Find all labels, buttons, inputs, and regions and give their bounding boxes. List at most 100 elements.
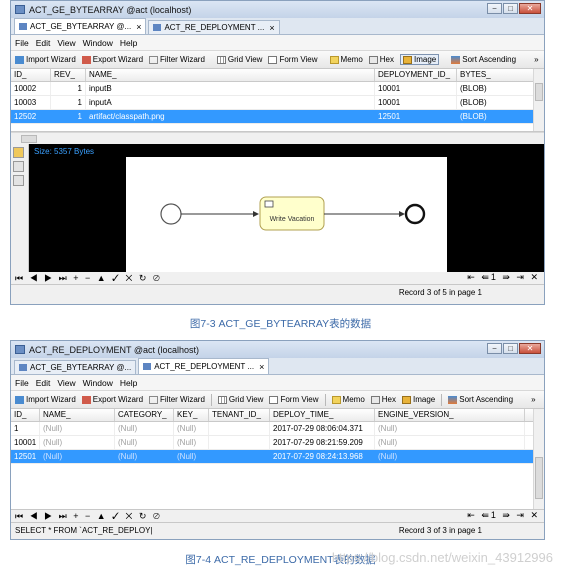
export-icon — [81, 55, 91, 64]
import-wizard-button[interactable]: Import Wizard — [15, 55, 76, 64]
grid-view-button[interactable]: Grid View — [217, 395, 263, 404]
page-navigation-buttons[interactable]: ⇤ ⇚1 ⇛ ⇥ ✕ — [467, 510, 540, 521]
minimize-button[interactable]: − — [487, 343, 502, 354]
grid-view-button[interactable]: Grid View — [216, 55, 262, 64]
col-header[interactable]: TENANT_ID_ — [209, 409, 270, 421]
menu-window[interactable]: Window — [83, 38, 113, 48]
filter-icon — [149, 395, 159, 404]
col-header[interactable]: NAME_ — [86, 69, 375, 81]
export-icon — [81, 395, 91, 404]
import-wizard-button[interactable]: Import Wizard — [15, 395, 76, 404]
tab-label: ACT_GE_BYTEARRAY @... — [30, 363, 132, 372]
table-row-selected[interactable]: 12501 (Null) (Null) (Null) 2017-07-29 08… — [11, 450, 544, 464]
close-window-button[interactable]: ✕ — [519, 3, 541, 14]
hex-icon — [368, 55, 378, 64]
form-view-button[interactable]: Form View — [269, 395, 319, 404]
table-row[interactable]: 10002 1 inputB 10001 (BLOB) — [11, 82, 544, 96]
open-image-icon[interactable] — [13, 147, 24, 158]
table-row[interactable]: 10003 1 inputA 10001 (BLOB) — [11, 96, 544, 110]
menu-window[interactable]: Window — [83, 378, 113, 388]
col-header[interactable]: NAME_ — [40, 409, 115, 421]
start-event-shape — [160, 203, 182, 225]
sort-icon — [451, 55, 461, 64]
image-button[interactable]: Image — [400, 54, 440, 65]
menu-edit[interactable]: Edit — [36, 38, 51, 48]
grid-icon — [217, 395, 227, 404]
tab-label: ACT_RE_DEPLOYMENT ... — [164, 23, 265, 32]
menu-help[interactable]: Help — [120, 38, 137, 48]
arrowhead-1 — [253, 211, 259, 217]
navigation-buttons[interactable]: ⏮ ◀ ▶ ⏭ + − ▲ ✓ ✕ ↻ ⊘ — [15, 511, 162, 522]
memo-icon — [331, 395, 341, 404]
col-header[interactable]: DEPLOYMENT_ID_ — [375, 69, 457, 81]
menu-view[interactable]: View — [57, 378, 75, 388]
col-header[interactable]: ID_ — [11, 69, 51, 81]
memo-button[interactable]: Memo — [329, 55, 363, 64]
tab-close-icon[interactable]: × — [269, 23, 274, 33]
menu-edit[interactable]: Edit — [36, 378, 51, 388]
blob-side-toolbar — [11, 144, 29, 272]
table-row-selected[interactable]: 12502 1 artifact/classpath.png 12501 (BL… — [11, 110, 544, 124]
tab-bytearray[interactable]: ACT_GE_BYTEARRAY @... × — [14, 18, 147, 34]
maximize-button[interactable]: □ — [503, 343, 518, 354]
task-type-icon — [264, 200, 274, 208]
save-image-icon[interactable] — [13, 161, 24, 172]
clear-image-icon[interactable] — [13, 175, 24, 186]
tab-deployment[interactable]: ACT_RE_DEPLOYMENT ... × — [148, 20, 280, 34]
record-navigator: ⏮ ◀ ▶ ⏭ + − ▲ ✓ ✕ ↻ ⊘ ⇤ ⇚1 ⇛ ⇥ ✕ — [11, 272, 544, 284]
filter-wizard-button[interactable]: Filter Wizard — [149, 395, 205, 404]
export-wizard-button[interactable]: Export Wizard — [81, 55, 143, 64]
figure-caption-1: 图7-3 ACT_GE_BYTEARRAY表的数据 — [189, 318, 372, 330]
tab-close-icon[interactable]: × — [136, 22, 141, 32]
col-header[interactable]: DEPLOY_TIME_ — [270, 409, 375, 421]
image-button[interactable]: Image — [402, 395, 435, 404]
col-header[interactable]: ID_ — [11, 409, 40, 421]
form-view-button[interactable]: Form View — [268, 55, 318, 64]
export-wizard-button[interactable]: Export Wizard — [81, 395, 143, 404]
grid-icon — [216, 55, 226, 64]
data-grid: ID_ REV_ NAME_ DEPLOYMENT_ID_ BYTES_ 100… — [11, 69, 544, 132]
grid-vertical-scrollbar[interactable] — [533, 409, 544, 509]
close-window-button[interactable]: ✕ — [519, 343, 541, 354]
sort-ascending-button[interactable]: Sort Ascending — [448, 395, 513, 404]
table-row[interactable]: 10001 (Null) (Null) (Null) 2017-07-29 08… — [11, 436, 544, 450]
tab-bar: ACT_GE_BYTEARRAY @... × ACT_RE_DEPLOYMEN… — [11, 18, 544, 35]
grid-horizontal-scrollbar[interactable] — [11, 132, 544, 144]
status-bar: Record 3 of 5 in page 1 — [11, 284, 544, 299]
menu-file[interactable]: File — [15, 378, 29, 388]
maximize-button[interactable]: □ — [503, 3, 518, 14]
navigation-buttons[interactable]: ⏮ ◀ ▶ ⏭ + − ▲ ✓ ✕ ↻ ⊘ — [15, 273, 162, 284]
grid-vertical-scrollbar[interactable] — [533, 69, 544, 131]
table-icon — [153, 24, 162, 31]
col-header[interactable]: BYTES_ — [457, 69, 535, 81]
filter-wizard-button[interactable]: Filter Wizard — [149, 55, 205, 64]
window-title: ACT_RE_DEPLOYMENT @act (localhost) — [29, 344, 200, 355]
memo-button[interactable]: Memo — [331, 395, 365, 404]
table-row[interactable]: 1 (Null) (Null) (Null) 2017-07-29 08:06:… — [11, 422, 544, 436]
menu-help[interactable]: Help — [120, 378, 137, 388]
hex-button[interactable]: Hex — [368, 55, 394, 64]
page-navigation-buttons[interactable]: ⇤ ⇚1 ⇛ ⇥ ✕ — [467, 272, 540, 283]
toolbar-overflow-button[interactable]: » — [534, 55, 538, 64]
col-header[interactable]: ENGINE_VERSION_ — [375, 409, 525, 421]
record-status: Record 3 of 5 in page 1 — [398, 287, 482, 297]
tab-label: ACT_RE_DEPLOYMENT ... — [154, 362, 255, 371]
tab-bytearray[interactable]: ACT_GE_BYTEARRAY @... — [14, 360, 137, 374]
sort-ascending-button[interactable]: Sort Ascending — [451, 55, 516, 64]
sql-query-text: SELECT * FROM `ACT_RE_DEPLOY| — [15, 525, 153, 535]
col-header[interactable]: REV_ — [51, 69, 86, 81]
tab-close-icon[interactable]: × — [259, 362, 264, 372]
menu-file[interactable]: File — [15, 38, 29, 48]
tab-deployment[interactable]: ACT_RE_DEPLOYMENT ... × — [138, 358, 270, 374]
toolbar-overflow-button[interactable]: » — [531, 395, 535, 404]
app-icon — [15, 5, 25, 14]
menu-view[interactable]: View — [57, 38, 75, 48]
hex-button[interactable]: Hex — [370, 395, 396, 404]
arrowhead-2 — [399, 211, 405, 217]
minimize-button[interactable]: − — [487, 3, 502, 14]
col-header[interactable]: CATEGORY_ — [115, 409, 174, 421]
col-header[interactable]: KEY_ — [174, 409, 209, 421]
title-bar: ACT_GE_BYTEARRAY @act (localhost) − □ ✕ — [11, 1, 544, 18]
app-icon — [15, 345, 25, 354]
form-icon — [269, 395, 279, 404]
